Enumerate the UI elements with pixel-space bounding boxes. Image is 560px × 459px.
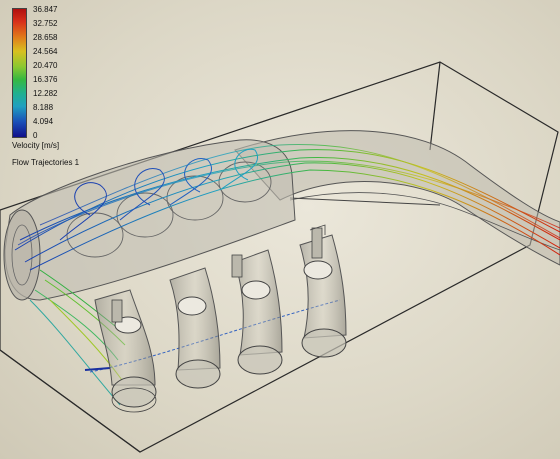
legend-tick: 8.188 bbox=[33, 103, 54, 112]
legend-tick: 24.564 bbox=[33, 47, 58, 56]
legend-tick: 20.470 bbox=[33, 61, 58, 70]
legend-tick: 16.376 bbox=[33, 75, 58, 84]
legend-tick: 12.282 bbox=[33, 89, 58, 98]
velocity-colorbar bbox=[12, 8, 27, 138]
velocity-legend: 36.847 32.752 28.658 24.564 20.470 16.37… bbox=[12, 5, 102, 167]
runner-4 bbox=[299, 224, 347, 358]
legend-unit-label: Velocity [m/s] bbox=[12, 141, 60, 150]
legend-tick: 36.847 bbox=[33, 5, 58, 14]
legend-tick: 28.658 bbox=[33, 33, 58, 42]
legend-caption: Flow Trajectories 1 bbox=[12, 158, 80, 167]
runner-3 bbox=[231, 249, 283, 375]
legend-tick: 0 bbox=[33, 131, 38, 140]
legend-tick: 4.094 bbox=[33, 117, 54, 126]
runner-2 bbox=[169, 267, 221, 389]
cfd-viewport[interactable]: 36.847 32.752 28.658 24.564 20.470 16.37… bbox=[0, 0, 560, 459]
legend-tick: 32.752 bbox=[33, 19, 58, 28]
runner-1 bbox=[94, 289, 157, 413]
